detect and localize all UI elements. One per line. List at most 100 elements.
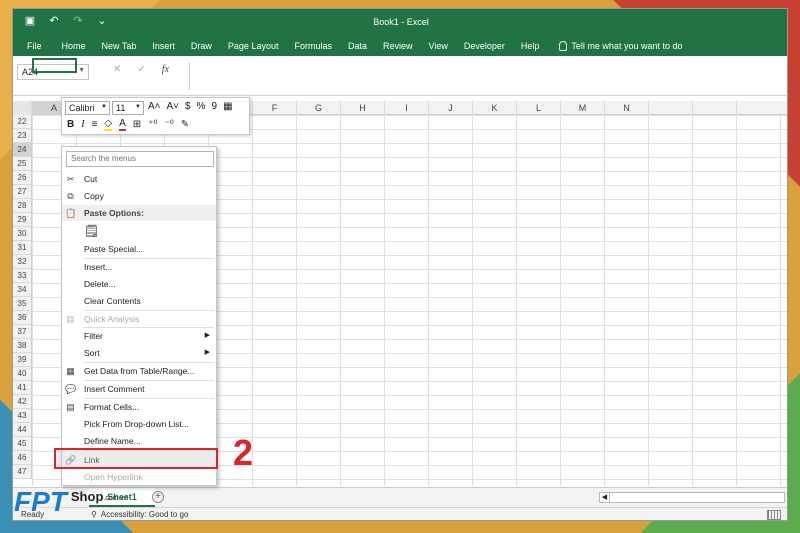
tab-developer[interactable]: Developer: [456, 41, 513, 51]
row-header[interactable]: 46: [13, 451, 32, 465]
column-header[interactable]: J: [429, 101, 473, 115]
tab-data[interactable]: Data: [340, 41, 375, 51]
active-cell-a24[interactable]: [32, 58, 77, 73]
italic-icon[interactable]: I: [81, 119, 84, 130]
menu-item-format-cells[interactable]: ▤ Format Cells...: [62, 399, 216, 415]
row-header[interactable]: 38: [13, 339, 32, 353]
tab-new-tab[interactable]: New Tab: [94, 41, 145, 51]
increase-font-icon[interactable]: A˄: [148, 101, 161, 112]
tab-insert[interactable]: Insert: [144, 41, 183, 51]
tab-file[interactable]: File: [13, 41, 54, 51]
insert-function-icon[interactable]: fx: [162, 64, 169, 75]
menu-item-sort[interactable]: Sort ▶: [62, 345, 216, 361]
column-header[interactable]: [649, 101, 693, 115]
row-header[interactable]: 47: [13, 465, 32, 479]
row-header[interactable]: 37: [13, 325, 32, 339]
row-header[interactable]: 39: [13, 353, 32, 367]
column-header[interactable]: N: [605, 101, 649, 115]
normal-view-icon[interactable]: [767, 510, 781, 520]
logo-shop: Shop: [70, 489, 104, 504]
increase-decimal-icon[interactable]: ⁺⁰: [148, 119, 157, 130]
font-color-icon[interactable]: A: [119, 118, 126, 131]
decrease-font-icon[interactable]: A˅: [167, 101, 180, 112]
search-menus-input[interactable]: Search the menus: [66, 151, 214, 167]
menu-item-insert[interactable]: Insert...: [62, 259, 216, 275]
row-header[interactable]: 24: [13, 143, 32, 157]
menu-item-copy[interactable]: ⧉ Copy: [62, 188, 216, 204]
format-painter-icon[interactable]: ✎: [181, 119, 189, 130]
horizontal-scrollbar[interactable]: ◀: [599, 492, 785, 503]
tell-me-search[interactable]: Tell me what you want to do: [559, 41, 682, 51]
tab-home[interactable]: Home: [54, 41, 94, 51]
column-header[interactable]: H: [341, 101, 385, 115]
column-header[interactable]: G: [297, 101, 341, 115]
menu-item-pick-list[interactable]: Pick From Drop-down List...: [62, 416, 216, 432]
chevron-down-icon[interactable]: ▼: [135, 104, 141, 110]
row-header[interactable]: 29: [13, 213, 32, 227]
menu-item-paste-special[interactable]: Paste Special...: [62, 241, 216, 257]
row-header[interactable]: 45: [13, 437, 32, 451]
tab-page-layout[interactable]: Page Layout: [220, 41, 287, 51]
chevron-down-icon[interactable]: ▼: [101, 104, 107, 110]
row-header[interactable]: 25: [13, 157, 32, 171]
tab-draw[interactable]: Draw: [183, 41, 220, 51]
menu-label: Get Data from Table/Range...: [84, 366, 195, 376]
menu-item-delete[interactable]: Delete...: [62, 276, 216, 292]
select-all-corner[interactable]: [13, 101, 32, 115]
row-header[interactable]: 23: [13, 129, 32, 143]
formula-input[interactable]: [189, 62, 785, 90]
percent-icon[interactable]: %: [197, 101, 206, 112]
row-header[interactable]: 36: [13, 311, 32, 325]
row-header[interactable]: 41: [13, 381, 32, 395]
tab-review[interactable]: Review: [375, 41, 421, 51]
menu-item-insert-comment[interactable]: 💬 Insert Comment: [62, 381, 216, 397]
format-table-icon[interactable]: ▦: [223, 101, 232, 112]
tab-formulas[interactable]: Formulas: [286, 41, 340, 51]
row-header[interactable]: 26: [13, 171, 32, 185]
scroll-left-icon[interactable]: ◀: [600, 493, 610, 502]
row-header[interactable]: 44: [13, 423, 32, 437]
menu-item-clear-contents[interactable]: Clear Contents: [62, 293, 216, 309]
font-name-select[interactable]: Calibri ▼: [65, 101, 110, 115]
paste-button[interactable]: 🗒: [62, 223, 216, 243]
row-header[interactable]: 28: [13, 199, 32, 213]
tab-view[interactable]: View: [421, 41, 456, 51]
comma-style-icon[interactable]: 9: [212, 101, 218, 112]
table-icon: ▦: [66, 366, 75, 376]
row-header[interactable]: 22: [13, 115, 32, 129]
fill-color-icon[interactable]: ◇: [104, 118, 113, 131]
row-header[interactable]: 34: [13, 283, 32, 297]
row-header[interactable]: 31: [13, 241, 32, 255]
chevron-down-icon[interactable]: ▼: [78, 67, 85, 74]
column-header[interactable]: F: [253, 101, 297, 115]
decrease-decimal-icon[interactable]: ⁻⁰: [164, 119, 173, 130]
row-header[interactable]: 30: [13, 227, 32, 241]
row-header[interactable]: 27: [13, 185, 32, 199]
tab-help[interactable]: Help: [513, 41, 548, 51]
row-header[interactable]: 33: [13, 269, 32, 283]
enter-icon[interactable]: ✓: [137, 64, 145, 75]
formula-bar: A24 ▼ ✕ ✓ fx: [13, 56, 787, 96]
column-header[interactable]: M: [561, 101, 605, 115]
row-header[interactable]: 35: [13, 297, 32, 311]
align-center-icon[interactable]: ≡: [92, 119, 98, 130]
font-size-select[interactable]: 11 ▼: [112, 101, 144, 115]
column-header[interactable]: [737, 101, 787, 115]
add-sheet-icon[interactable]: +: [152, 491, 164, 503]
column-header[interactable]: K: [473, 101, 517, 115]
borders-icon[interactable]: ⊞: [133, 119, 141, 130]
menu-item-define-name[interactable]: Define Name...: [62, 433, 216, 449]
menu-item-get-data[interactable]: ▦ Get Data from Table/Range...: [62, 363, 216, 379]
currency-icon[interactable]: $: [185, 101, 191, 112]
row-header[interactable]: 42: [13, 395, 32, 409]
row-header[interactable]: 40: [13, 367, 32, 381]
cancel-icon[interactable]: ✕: [113, 64, 121, 75]
column-header[interactable]: L: [517, 101, 561, 115]
menu-item-filter[interactable]: Filter ▶: [62, 328, 216, 344]
row-header[interactable]: 43: [13, 409, 32, 423]
row-header[interactable]: 32: [13, 255, 32, 269]
column-header[interactable]: I: [385, 101, 429, 115]
menu-item-cut[interactable]: ✂ Cut: [62, 171, 216, 187]
bold-icon[interactable]: B: [67, 119, 74, 130]
column-header[interactable]: [693, 101, 737, 115]
